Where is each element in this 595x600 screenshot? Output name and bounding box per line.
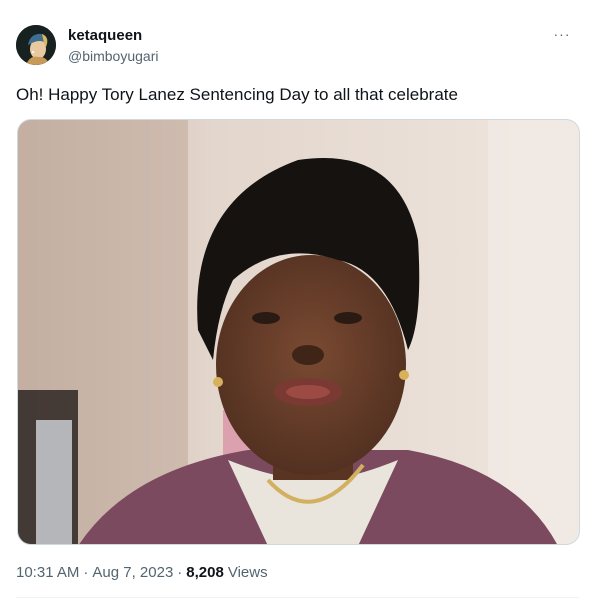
tweet-text: Oh! Happy Tory Lanez Sentencing Day to a…	[16, 85, 458, 104]
tweet-date[interactable]: Aug 7, 2023	[92, 563, 173, 583]
divider	[16, 597, 579, 598]
views-count: 8,208	[186, 564, 224, 581]
user-names: ketaqueen @bimboyugari	[68, 26, 158, 65]
tweet-time[interactable]: 10:31 AM	[16, 563, 79, 583]
tweet-header: ketaqueen @bimboyugari	[16, 22, 158, 68]
tweet-photo[interactable]	[17, 119, 580, 545]
more-options-icon[interactable]: ···	[551, 26, 573, 42]
display-name[interactable]: ketaqueen	[68, 26, 158, 45]
tweet-meta: 10:31 AM · Aug 7, 2023 · 8,208 Views	[16, 563, 268, 583]
avatar-image	[16, 25, 56, 65]
avatar[interactable]	[16, 25, 56, 65]
views-label: Views	[227, 564, 268, 581]
tweet-card: ketaqueen @bimboyugari ··· Oh! Happy Tor…	[0, 0, 595, 600]
meta-separator: ·	[83, 564, 89, 581]
user-handle[interactable]: @bimboyugari	[68, 47, 158, 65]
photo-content	[18, 120, 579, 544]
meta-separator: ·	[177, 564, 183, 581]
